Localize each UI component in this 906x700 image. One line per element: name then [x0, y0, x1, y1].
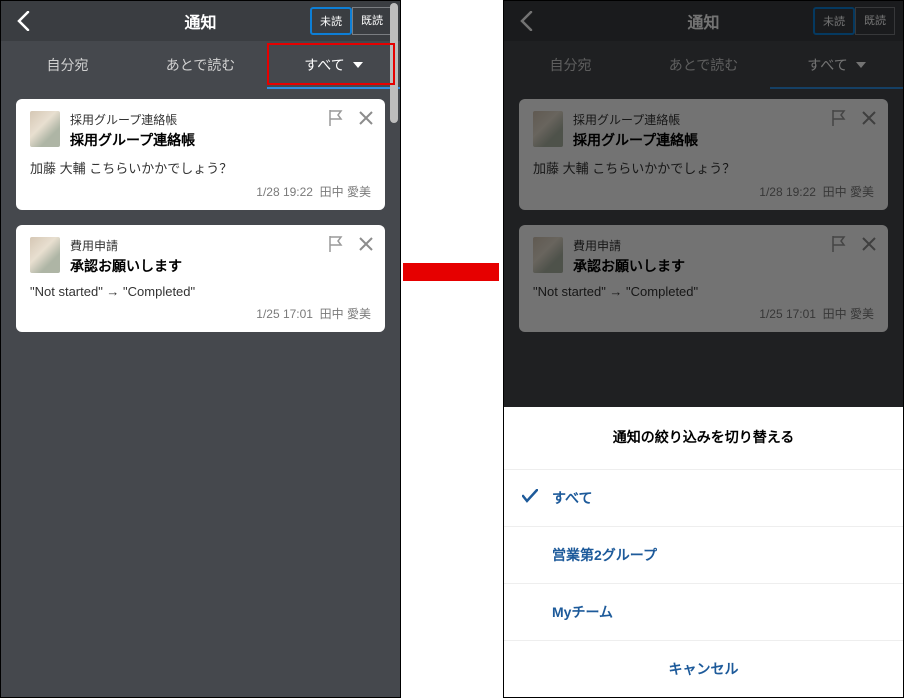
sheet-title: 通知の絞り込みを切り替える [504, 407, 903, 470]
tab-read-later[interactable]: あとで読む [134, 41, 267, 89]
chevron-down-icon [353, 62, 363, 68]
notification-meta: 1/25 17:01 田中 愛美 [30, 305, 371, 322]
notification-screen-left: 通知 未読 既読 自分宛 あとで読む すべて 採用グループ連絡帳 [0, 0, 401, 698]
chevron-left-icon [17, 11, 30, 31]
sender: 田中 愛美 [320, 307, 371, 321]
close-icon[interactable] [357, 109, 375, 127]
filter-option-sales2[interactable]: 営業第2グループ [504, 527, 903, 584]
notification-source: 費用申請 [70, 237, 371, 254]
filter-option-myteam[interactable]: Myチーム [504, 584, 903, 641]
filter-bottom-sheet: 通知の絞り込みを切り替える すべて 営業第2グループ Myチーム キャンセル [504, 407, 903, 697]
notification-card[interactable]: 費用申請 承認お願いします "Not started" → "Completed… [16, 225, 385, 332]
header: 通知 未読 既読 [1, 1, 400, 41]
scrollbar-thumb[interactable] [390, 3, 398, 123]
notification-source: 採用グループ連絡帳 [70, 111, 371, 128]
avatar [30, 111, 60, 147]
sender: 田中 愛美 [320, 185, 371, 199]
avatar [30, 237, 60, 273]
unread-toggle[interactable]: 未読 [310, 7, 352, 35]
notification-body: "Not started" → "Completed" [30, 284, 371, 299]
filter-option-all[interactable]: すべて [504, 470, 903, 527]
tab-all[interactable]: すべて [267, 41, 400, 89]
timestamp: 1/25 17:01 [256, 307, 313, 321]
tab-label: すべて [304, 55, 344, 75]
flag-icon[interactable] [327, 109, 345, 127]
check-icon [522, 489, 540, 507]
notification-card[interactable]: 採用グループ連絡帳 採用グループ連絡帳 加藤 大輔 こちらいかかでしょう？ 1/… [16, 99, 385, 210]
filter-option-label: Myチーム [552, 604, 613, 620]
close-icon[interactable] [357, 235, 375, 253]
notification-body: 加藤 大輔 こちらいかかでしょう？ [30, 158, 371, 177]
notification-screen-right: 通知 未読 既読 自分宛 あとで読む すべて 採用グループ連絡帳 採用 [503, 0, 904, 698]
arrow-connector [403, 263, 499, 281]
filter-option-label: 営業第2グループ [552, 547, 657, 563]
tab-self[interactable]: 自分宛 [1, 41, 134, 89]
back-button[interactable] [11, 9, 35, 33]
notification-list: 採用グループ連絡帳 採用グループ連絡帳 加藤 大輔 こちらいかかでしょう？ 1/… [1, 89, 400, 357]
read-toggle-btn[interactable]: 既読 [352, 7, 392, 35]
notification-meta: 1/28 19:22 田中 愛美 [30, 183, 371, 200]
scrollbar[interactable] [390, 3, 398, 123]
timestamp: 1/28 19:22 [256, 185, 313, 199]
read-toggle: 未読 既読 [310, 7, 392, 35]
notification-subject: 採用グループ連絡帳 [70, 130, 371, 150]
notification-subject: 承認お願いします [70, 256, 371, 276]
cancel-button[interactable]: キャンセル [504, 641, 903, 697]
tab-label: あとで読む [166, 55, 236, 75]
card-actions [327, 235, 375, 253]
tabs: 自分宛 あとで読む すべて [1, 41, 400, 89]
flag-icon[interactable] [327, 235, 345, 253]
card-actions [327, 109, 375, 127]
tab-label: 自分宛 [47, 55, 89, 75]
page-title: 通知 [184, 9, 216, 33]
filter-option-label: すべて [552, 490, 592, 506]
